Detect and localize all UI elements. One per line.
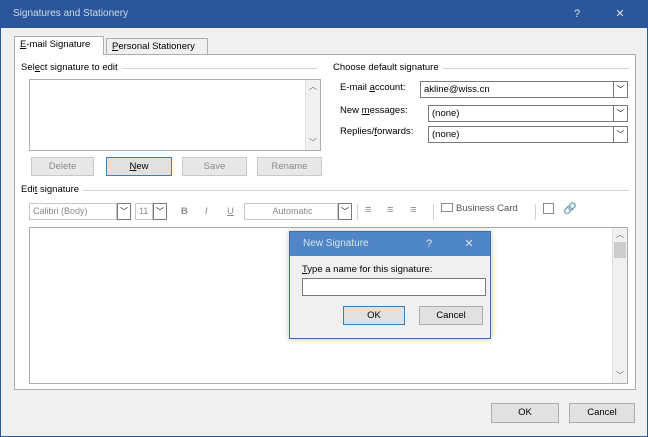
new-messages-label: New messages: [340, 105, 408, 116]
new-signature-dialog: New Signature ? ✕ Type a name for this s… [289, 231, 491, 339]
new-messages-select[interactable]: (none) ﹀ [428, 105, 628, 122]
signature-list-scrollbar[interactable]: ︿ ﹀ [305, 80, 320, 150]
new-button[interactable]: New [106, 157, 172, 176]
tab-personal-stationery[interactable]: Personal Stationery [106, 38, 208, 55]
ok-button[interactable]: OK [491, 403, 559, 423]
italic-button[interactable]: I [205, 206, 208, 217]
signature-list[interactable]: ︿ ﹀ [29, 79, 321, 151]
chevron-down-icon[interactable]: ﹀ [613, 127, 627, 142]
window-title: Signatures and Stationery [13, 8, 129, 19]
bold-button[interactable]: B [181, 206, 188, 217]
replies-forwards-label: Replies/forwards: [340, 126, 414, 137]
new-messages-value: (none) [432, 108, 460, 119]
business-card-button[interactable]: Business Card [441, 203, 518, 214]
font-name-select[interactable]: Calibri (Body) [29, 203, 117, 220]
signature-name-input[interactable] [302, 278, 486, 296]
edit-signature-label: Edit signature [21, 184, 84, 195]
align-right-icon[interactable]: ≡ [410, 204, 416, 216]
save-button[interactable]: Save [182, 157, 247, 176]
choose-default-label: Choose default signature [333, 62, 443, 73]
font-color-select[interactable]: Automatic [244, 203, 338, 220]
font-size-select[interactable]: 11 [135, 203, 153, 220]
dialog-title: New Signature [303, 238, 369, 249]
dialog-ok-button[interactable]: OK [343, 306, 405, 325]
editor-scrollbar[interactable]: ︿ ﹀ [612, 228, 627, 383]
toolbar-separator [357, 204, 358, 220]
delete-button[interactable]: Delete [31, 157, 94, 176]
chevron-down-icon[interactable]: ﹀ [613, 106, 627, 121]
email-account-value: akline@wiss.cn [424, 84, 490, 95]
window-titlebar: Signatures and Stationery ? ✕ [1, 1, 647, 28]
email-signature-page: Select signature to edit ︿ ﹀ Delete New … [14, 54, 636, 390]
dialog-cancel-button[interactable]: Cancel [419, 306, 483, 325]
signatures-window: Signatures and Stationery ? ✕ E-mail Sig… [0, 0, 648, 437]
signature-name-prompt: Type a name for this signature: [302, 264, 433, 275]
scroll-thumb[interactable] [614, 242, 626, 258]
dialog-titlebar: New Signature ? ✕ [290, 232, 490, 256]
dialog-help-button[interactable]: ? [414, 232, 444, 256]
scroll-down-icon[interactable]: ﹀ [306, 136, 320, 150]
font-size-dropdown-icon[interactable]: ﹀ [153, 203, 167, 220]
cancel-button[interactable]: Cancel [569, 403, 635, 423]
close-button[interactable]: ✕ [605, 1, 635, 28]
hyperlink-icon[interactable]: 🔗 [563, 202, 577, 215]
scroll-up-icon[interactable]: ︿ [306, 80, 320, 94]
replies-forwards-select[interactable]: (none) ﹀ [428, 126, 628, 143]
scroll-up-icon[interactable]: ︿ [613, 228, 627, 242]
underline-button[interactable]: U [227, 206, 234, 217]
align-left-icon[interactable]: ≡ [365, 204, 371, 216]
font-name-dropdown-icon[interactable]: ﹀ [117, 203, 131, 220]
scroll-down-icon[interactable]: ﹀ [613, 369, 627, 383]
font-color-dropdown-icon[interactable]: ﹀ [338, 203, 352, 220]
dialog-close-button[interactable]: ✕ [454, 232, 484, 256]
business-card-label: Business Card [456, 203, 518, 214]
select-signature-label: Select signature to edit [21, 62, 122, 73]
help-button[interactable]: ? [562, 1, 592, 28]
replies-forwards-value: (none) [432, 129, 460, 140]
align-center-icon[interactable]: ≡ [387, 204, 393, 216]
chevron-down-icon[interactable]: ﹀ [613, 82, 627, 97]
edit-group-line [21, 190, 629, 191]
email-account-select[interactable]: akline@wiss.cn ﹀ [420, 81, 628, 98]
insert-picture-icon[interactable] [543, 203, 554, 217]
business-card-icon [441, 203, 453, 212]
toolbar-separator [535, 204, 536, 220]
email-account-label: E-mail account: [340, 82, 406, 93]
rename-button[interactable]: Rename [257, 157, 322, 176]
tab-email-signature[interactable]: E-mail Signature [14, 36, 104, 55]
toolbar-separator [433, 204, 434, 220]
tab-personal-stationery-label: ersonal Stationery [118, 41, 195, 52]
tab-email-signature-label: -mail Signature [26, 39, 91, 50]
